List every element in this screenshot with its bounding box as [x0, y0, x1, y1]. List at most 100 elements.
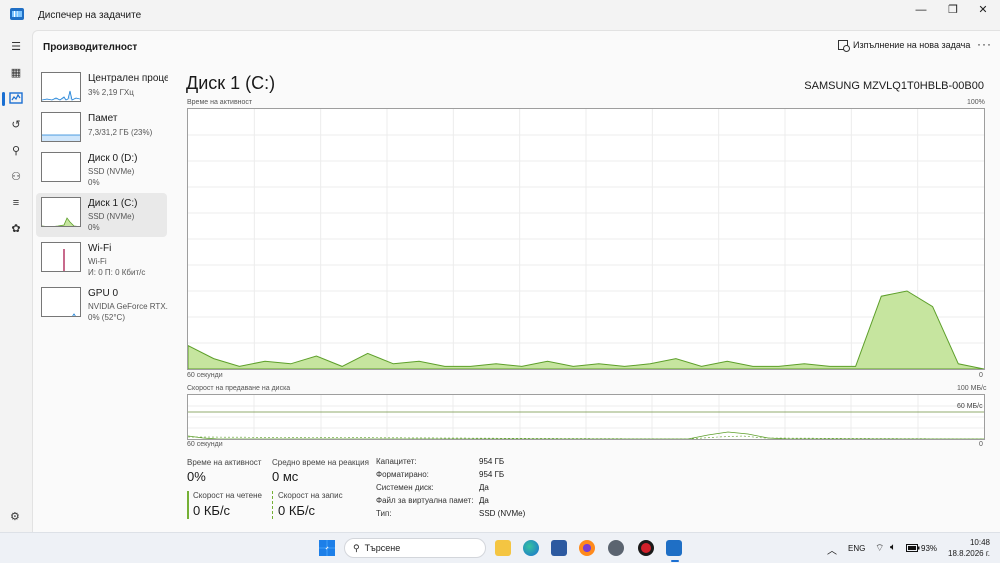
run-task-label: Изпълнение на нова задача — [853, 40, 971, 50]
device-name: Диск 1 (C:) — [88, 198, 138, 209]
prop-type-value: SSD (NVMe) — [479, 509, 526, 518]
device-name: Централен процесор — [88, 73, 168, 84]
prop-system-disk-value: Да — [479, 483, 489, 492]
write-rate-indicator — [272, 491, 273, 519]
device-sub: Wi-Fi — [88, 257, 107, 266]
device-name: GPU 0 — [88, 288, 119, 299]
firefox-icon[interactable] — [579, 540, 595, 556]
device-item-disk-0[interactable]: Диск 0 (D:) SSD (NVMe) 0% — [36, 148, 167, 192]
graph1-top-label: Време на активност — [187, 99, 253, 106]
active-time-value: 0% — [187, 469, 206, 484]
response-time-value: 0 мс — [272, 469, 299, 484]
processes-icon[interactable]: ▦ — [8, 65, 24, 81]
device-item-wifi[interactable]: Wi-Fi Wi-Fi И: 0 П: 0 Кбит/с — [36, 238, 167, 282]
transfer-rate-chart — [188, 395, 984, 439]
disk-model: SAMSUNG MZVLQ1T0HBLB-00B00 — [804, 80, 984, 92]
close-button[interactable]: ✕ — [968, 0, 998, 22]
write-rate-label: Скорост на запис — [278, 491, 343, 500]
users-icon[interactable]: ⚇ — [8, 169, 24, 185]
prop-capacity-label: Капацитет: — [376, 457, 417, 466]
thumbnail-graph — [41, 197, 81, 227]
write-rate-value: 0 КБ/с — [278, 503, 316, 518]
task-manager-icon — [10, 8, 24, 20]
settings-app-icon[interactable] — [608, 540, 624, 556]
device-name: Wi-Fi — [88, 243, 112, 254]
taskbar-search[interactable]: ⚲ Търсене — [344, 538, 486, 558]
device-name: Диск 0 (D:) — [88, 153, 138, 164]
services-icon[interactable]: ✿ — [8, 221, 24, 237]
prop-system-disk-label: Системен диск: — [376, 483, 434, 492]
grid-lines — [188, 109, 984, 369]
prop-formatted-value: 954 ГБ — [479, 470, 505, 479]
device-item-cpu[interactable]: Централен процесор 3% 2,19 ГХц — [36, 68, 168, 112]
graph2-bottom-label: 60 секунди — [187, 441, 223, 448]
graph2-ref-label: 60 МБ/с — [957, 403, 983, 410]
thumbnail-graph — [41, 112, 81, 142]
windows-start-icon[interactable] — [319, 540, 335, 556]
graph2-bottom-right: 0 — [979, 441, 983, 448]
tray-overflow-chevron-icon[interactable]: ︿ — [827, 542, 837, 557]
title-bar: Диспечер на задачите — ❐ ✕ — [0, 0, 1000, 30]
active-time-chart — [188, 109, 984, 369]
taskbar: ⚲ Търсене ︿ ENG ⌔ 🔈︎ 93% 10:48 18.8.2026… — [0, 532, 1000, 563]
prop-page-file-value: Да — [479, 496, 489, 505]
active-indicator — [2, 92, 5, 106]
device-sub: 3% 2,19 ГХц — [88, 88, 134, 97]
graph1-top-right: 100% — [967, 99, 985, 106]
volume-icon[interactable]: 🔈︎ — [890, 542, 896, 553]
device-sub: 7,3/31,2 ГБ (23%) — [88, 128, 153, 137]
task-manager-taskbar-icon[interactable] — [666, 540, 682, 556]
active-time-graph — [187, 108, 985, 370]
response-time-label: Средно време на реакция — [272, 458, 369, 467]
edge-browser-icon[interactable] — [523, 540, 539, 556]
active-time-label: Време на активност — [187, 458, 262, 467]
startup-apps-icon[interactable]: ⚲ — [8, 143, 24, 159]
graph1-bottom-label: 60 секунди — [187, 372, 223, 379]
device-sub: NVIDIA GeForce RTX... — [88, 302, 168, 311]
graph2-top-label: Скорост на предаване на диска — [187, 385, 291, 392]
page-title: Производителност — [43, 42, 138, 53]
thumbnail-graph — [41, 242, 81, 272]
prop-type-label: Тип: — [376, 509, 392, 518]
restore-button[interactable]: ❐ — [938, 0, 968, 22]
search-placeholder: Търсене — [364, 543, 401, 553]
settings-gear-icon[interactable]: ⚙ — [10, 510, 20, 523]
battery-icon[interactable] — [906, 544, 920, 554]
main-panel: Производителност Изпълнение на нова зада… — [32, 30, 1000, 532]
app-title: Диспечер на задачите — [38, 10, 142, 21]
device-sub-2: 0% — [88, 223, 100, 232]
wifi-icon[interactable]: ⌔ — [875, 542, 884, 555]
device-sub-2: 0% — [88, 178, 100, 187]
performance-icon[interactable] — [8, 91, 24, 107]
hamburger-menu-icon[interactable]: ☰ — [8, 39, 24, 55]
device-sub-2: 0% (52°C) — [88, 313, 125, 322]
app-icon-red[interactable] — [638, 540, 654, 556]
thumbnail-graph — [41, 152, 81, 182]
clock-date: 18.8.2026 г. — [948, 549, 990, 558]
device-item-gpu[interactable]: GPU 0 NVIDIA GeForce RTX... 0% (52°C) — [36, 283, 168, 327]
search-icon: ⚲ — [353, 542, 360, 553]
active-app-indicator — [671, 560, 679, 562]
store-icon[interactable] — [551, 540, 567, 556]
run-new-task-button[interactable]: Изпълнение на нова задача — [838, 40, 971, 52]
device-sub: SSD (NVMe) — [88, 212, 135, 221]
graph1-bottom-right: 0 — [979, 372, 983, 379]
read-rate-indicator — [187, 491, 189, 519]
more-options-button[interactable]: ··· — [977, 37, 992, 51]
device-item-memory[interactable]: Памет 7,3/31,2 ГБ (23%) — [36, 108, 167, 152]
read-rate-label: Скорост на четене — [193, 491, 262, 500]
language-indicator[interactable]: ENG — [848, 544, 865, 553]
app-history-icon[interactable]: ↺ — [8, 117, 24, 133]
device-name: Памет — [88, 113, 118, 124]
detail-title: Диск 1 (C:) — [186, 73, 276, 93]
file-explorer-icon[interactable] — [495, 540, 511, 556]
device-item-disk-1[interactable]: Диск 1 (C:) SSD (NVMe) 0% — [36, 193, 167, 237]
battery-percent: 93% — [921, 544, 938, 553]
nav-rail: ☰ ▦ ↺ ⚲ ⚇ ≡ ✿ — [0, 30, 32, 530]
details-icon[interactable]: ≡ — [8, 195, 24, 211]
taskbar-clock[interactable]: 10:48 18.8.2026 г. — [948, 537, 990, 559]
thumbnail-graph — [41, 72, 81, 102]
prop-page-file-label: Файл за виртуална памет: — [376, 496, 474, 505]
minimize-button[interactable]: — — [906, 0, 936, 22]
device-sub: SSD (NVMe) — [88, 167, 135, 176]
